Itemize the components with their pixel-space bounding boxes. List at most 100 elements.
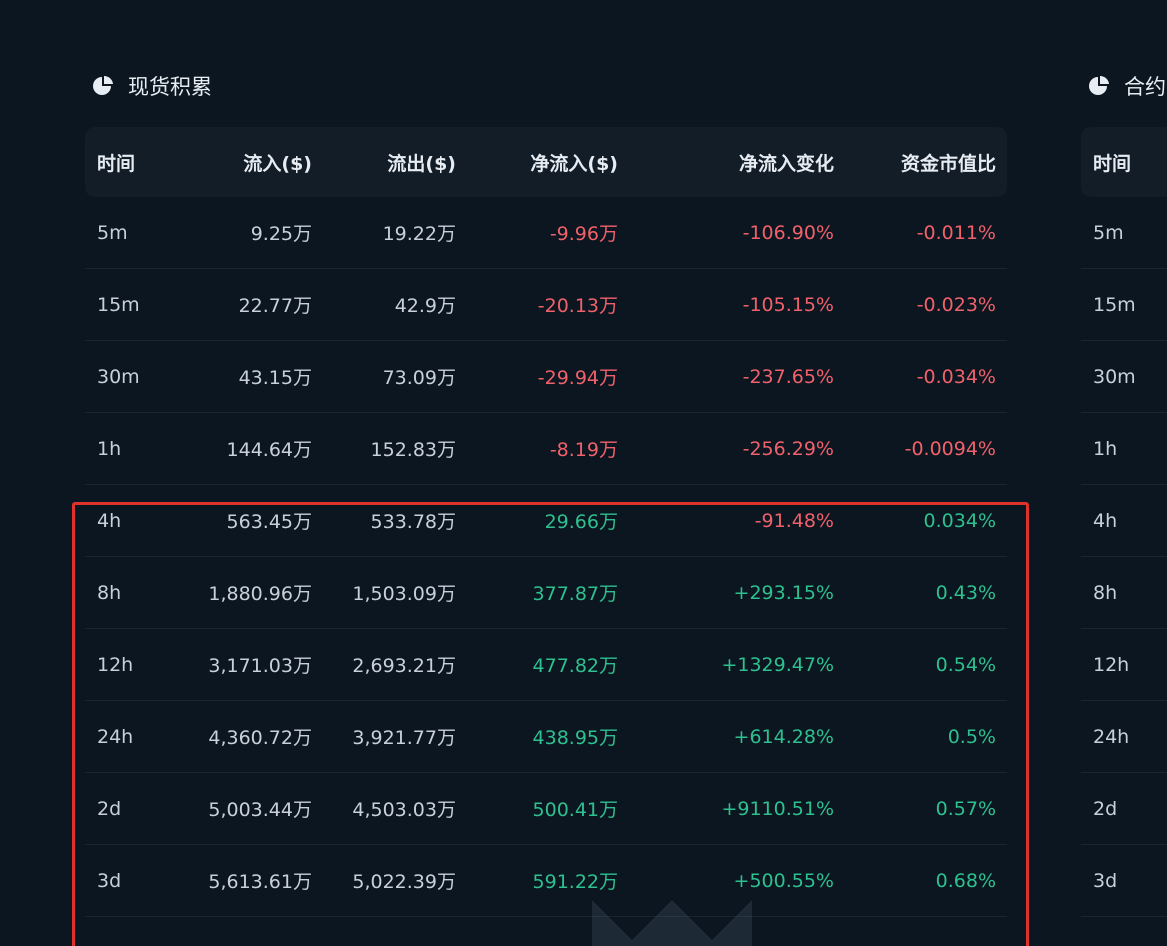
cell-fund-mcap-ratio: 0.034% xyxy=(923,509,996,532)
pie-chart-icon xyxy=(92,75,114,97)
cell-time: 30m xyxy=(1093,365,1136,388)
cell-outflow: 5,022.39万 xyxy=(352,871,456,893)
column-header-time[interactable]: 时间 xyxy=(85,149,175,176)
column-header-net-inflow-change[interactable]: 净流入变化 xyxy=(618,149,834,176)
table-row[interactable]: 12h 3,171.03万 2,693.21万 477.82万 +1329.47% 0.5… xyxy=(85,629,1007,701)
cell-outflow: 42.9万 xyxy=(394,295,456,317)
cell-inflow: 4,360.72万 xyxy=(208,727,312,749)
cell-fund-mcap-ratio: 0.5% xyxy=(947,725,996,748)
cell-fund-mcap-ratio: -0.034% xyxy=(916,365,996,388)
cell-time: 24h xyxy=(97,725,134,748)
cell-time: 15m xyxy=(97,293,140,316)
cell-net-inflow-change: +500.55% xyxy=(733,869,834,892)
cell-inflow: 5,003.44万 xyxy=(208,799,312,821)
section-title-text: 合约 xyxy=(1124,75,1166,99)
cell-net-inflow-change: -91.48% xyxy=(754,509,834,532)
cell-time: 24h xyxy=(1093,725,1130,748)
cell-time: 8h xyxy=(97,581,122,604)
cell-net-inflow-change: -105.15% xyxy=(742,293,834,316)
cell-time: 3d xyxy=(1093,869,1118,892)
cell-net-inflow-change: -256.29% xyxy=(742,437,834,460)
table-row[interactable]: 5m xyxy=(1081,197,1167,269)
table-row[interactable]: 3d 5,613.61万 5,022.39万 591.22万 +500.55% 0.68% xyxy=(85,845,1007,917)
cell-time: 1h xyxy=(97,437,122,460)
cell-net-inflow-change: +614.28% xyxy=(733,725,834,748)
cell-time: 1h xyxy=(1093,437,1118,460)
cell-net-inflow-change: -106.90% xyxy=(742,221,834,244)
cell-time: 4h xyxy=(97,509,122,532)
cell-time: 30m xyxy=(97,365,140,388)
cell-time: 2d xyxy=(97,797,122,820)
cell-outflow: 19.22万 xyxy=(382,223,456,245)
cell-time: 4h xyxy=(1093,509,1118,532)
cell-net-inflow: -8.19万 xyxy=(549,439,618,461)
futures-table: 时间 5m 15m 30m 1h 4h 8h 12h 24h 2d 3d xyxy=(1081,127,1167,917)
cell-inflow: 563.45万 xyxy=(226,511,312,533)
spot-accumulation-table: 时间 流入($) 流出($) 净流入($) 净流入变化 资金市值比 5m 9.25… xyxy=(85,127,1007,917)
cell-inflow: 1,880.96万 xyxy=(208,583,312,605)
table-row[interactable]: 3d xyxy=(1081,845,1167,917)
table-row[interactable]: 8h 1,880.96万 1,503.09万 377.87万 +293.15% 0.43% xyxy=(85,557,1007,629)
table-row[interactable]: 12h xyxy=(1081,629,1167,701)
cell-time: 5m xyxy=(97,221,128,244)
cell-net-inflow: -9.96万 xyxy=(549,223,618,245)
cell-time: 12h xyxy=(97,653,134,676)
table-header: 时间 xyxy=(1081,127,1167,197)
cell-inflow: 9.25万 xyxy=(250,223,312,245)
cell-outflow: 4,503.03万 xyxy=(352,799,456,821)
column-header-time[interactable]: 时间 xyxy=(1081,149,1167,176)
cell-outflow: 533.78万 xyxy=(370,511,456,533)
column-header-inflow[interactable]: 流入($) xyxy=(175,149,312,176)
cell-net-inflow: 477.82万 xyxy=(532,655,618,677)
table-body: 5m 15m 30m 1h 4h 8h 12h 24h 2d 3d xyxy=(1081,197,1167,917)
table-row[interactable]: 15m 22.77万 42.9万 -20.13万 -105.15% -0.023% xyxy=(85,269,1007,341)
cell-fund-mcap-ratio: -0.011% xyxy=(916,221,996,244)
table-row[interactable]: 24h xyxy=(1081,701,1167,773)
cell-net-inflow: 500.41万 xyxy=(532,799,618,821)
table-row[interactable]: 24h 4,360.72万 3,921.77万 438.95万 +614.28% 0.5% xyxy=(85,701,1007,773)
table-row[interactable]: 4h xyxy=(1081,485,1167,557)
cell-outflow: 1,503.09万 xyxy=(352,583,456,605)
table-row[interactable]: 30m xyxy=(1081,341,1167,413)
table-row[interactable]: 4h 563.45万 533.78万 29.66万 -91.48% 0.034% xyxy=(85,485,1007,557)
cell-time: 15m xyxy=(1093,293,1136,316)
table-row[interactable]: 2d 5,003.44万 4,503.03万 500.41万 +9110.51% 0.57… xyxy=(85,773,1007,845)
cell-net-inflow: -20.13万 xyxy=(537,295,618,317)
table-row[interactable]: 1h xyxy=(1081,413,1167,485)
cell-time: 12h xyxy=(1093,653,1130,676)
cell-fund-mcap-ratio: 0.57% xyxy=(935,797,996,820)
table-row[interactable]: 1h 144.64万 152.83万 -8.19万 -256.29% -0.0094% xyxy=(85,413,1007,485)
column-header-outflow[interactable]: 流出($) xyxy=(312,149,456,176)
pie-chart-icon xyxy=(1088,75,1110,97)
cell-outflow: 3,921.77万 xyxy=(352,727,456,749)
cell-net-inflow: 29.66万 xyxy=(544,511,618,533)
cell-net-inflow-change: +1329.47% xyxy=(721,653,834,676)
table-row[interactable]: 8h xyxy=(1081,557,1167,629)
table-row[interactable]: 2d xyxy=(1081,773,1167,845)
column-header-fund-mcap-ratio[interactable]: 资金市值比 xyxy=(834,149,996,176)
cell-inflow: 144.64万 xyxy=(226,439,312,461)
column-header-net-inflow[interactable]: 净流入($) xyxy=(456,149,618,176)
cell-net-inflow: 377.87万 xyxy=(532,583,618,605)
cell-outflow: 2,693.21万 xyxy=(352,655,456,677)
page-root: 现货积累 时间 流入($) 流出($) 净流入($) 净流入变化 资金市值比 5… xyxy=(0,0,1167,946)
cell-fund-mcap-ratio: -0.023% xyxy=(916,293,996,316)
cell-inflow: 22.77万 xyxy=(238,295,312,317)
table-header: 时间 流入($) 流出($) 净流入($) 净流入变化 资金市值比 xyxy=(85,127,1007,197)
cell-fund-mcap-ratio: 0.43% xyxy=(935,581,996,604)
cell-outflow: 152.83万 xyxy=(370,439,456,461)
cell-net-inflow: 591.22万 xyxy=(532,871,618,893)
cell-time: 5m xyxy=(1093,221,1124,244)
cell-inflow: 3,171.03万 xyxy=(208,655,312,677)
cell-net-inflow-change: +9110.51% xyxy=(721,797,834,820)
cell-net-inflow: 438.95万 xyxy=(532,727,618,749)
cell-outflow: 73.09万 xyxy=(382,367,456,389)
cell-inflow: 5,613.61万 xyxy=(208,871,312,893)
spot-accumulation-title: 现货积累 xyxy=(92,66,212,106)
table-row[interactable]: 15m xyxy=(1081,269,1167,341)
cell-inflow: 43.15万 xyxy=(238,367,312,389)
watermark-logo xyxy=(592,900,752,946)
table-row[interactable]: 5m 9.25万 19.22万 -9.96万 -106.90% -0.011% xyxy=(85,197,1007,269)
section-title-text: 现货积累 xyxy=(128,75,212,99)
table-row[interactable]: 30m 43.15万 73.09万 -29.94万 -237.65% -0.034% xyxy=(85,341,1007,413)
